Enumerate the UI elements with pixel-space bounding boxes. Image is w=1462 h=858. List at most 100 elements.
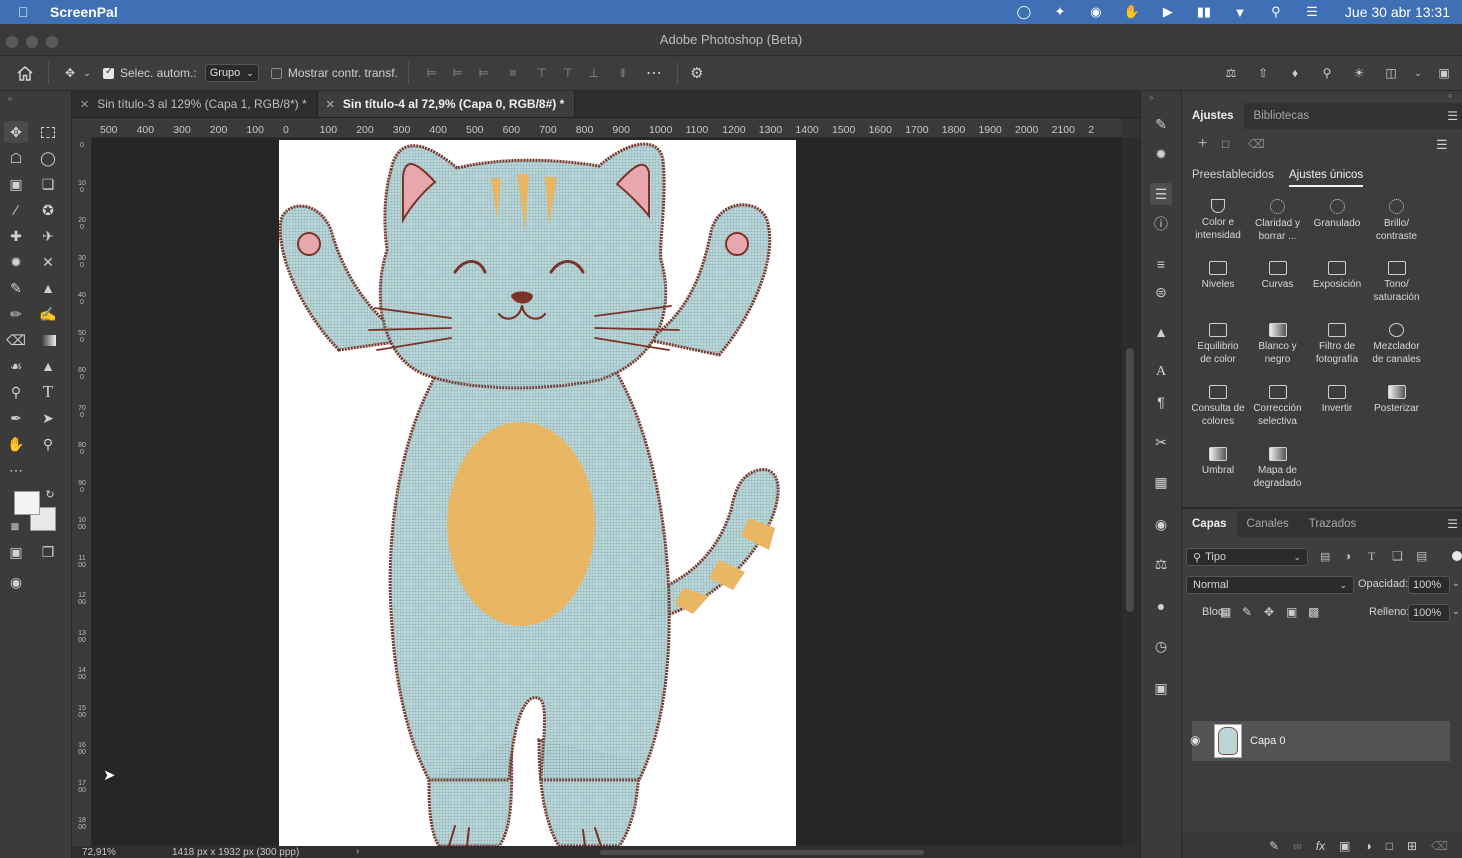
adjustment-item[interactable]: Filtro de fotografía bbox=[1307, 323, 1367, 366]
move-tool-icon[interactable]: ✥ bbox=[4, 121, 28, 143]
eraser-tool-icon[interactable]: ⌫ bbox=[4, 329, 28, 351]
adjustment-item[interactable]: Equilibrio de color bbox=[1188, 323, 1248, 366]
filter-type-icon[interactable]: T bbox=[1368, 549, 1375, 564]
expand-window-icon[interactable]: ▣ bbox=[1436, 63, 1452, 83]
history-brush-tool-icon[interactable]: ✏ bbox=[4, 303, 28, 325]
distribute-vertical-icon[interactable]: ‖ bbox=[607, 63, 639, 83]
camera-rotate-icon[interactable]: ◉ bbox=[4, 571, 28, 593]
stamp-icon[interactable]: ▲ bbox=[1150, 321, 1172, 343]
new-group-folder-icon[interactable]: □ bbox=[1386, 839, 1393, 853]
checkbox-checked-icon[interactable] bbox=[103, 66, 114, 79]
adjustment-item[interactable]: Claridad y borrar ... bbox=[1248, 199, 1308, 243]
brush-settings-icon[interactable]: ✎ bbox=[1150, 113, 1172, 135]
align-top-icon[interactable]: ⊤ bbox=[529, 63, 555, 83]
adjustment-item[interactable]: Corrección selectiva bbox=[1248, 385, 1308, 428]
vertical-scroll-thumb[interactable] bbox=[1126, 348, 1134, 612]
canvas-area[interactable]: ➤ bbox=[92, 138, 1122, 846]
tab-document-4[interactable]: ✕ Sin título-4 al 72,9% (Capa 0, RGB/8#)… bbox=[317, 91, 576, 117]
layer-thumbnail[interactable] bbox=[1214, 724, 1242, 758]
close-tab-icon[interactable]: ✕ bbox=[80, 98, 89, 111]
align-center-icon[interactable]: ⊨ bbox=[445, 63, 471, 83]
history-clock-icon[interactable]: ◷ bbox=[1150, 635, 1172, 657]
fx-icon[interactable]: fx bbox=[1316, 839, 1325, 853]
swap-colors-icon[interactable]: ↻ bbox=[42, 487, 58, 501]
notifications-bell-icon[interactable]: ♦ bbox=[1286, 63, 1304, 83]
smudge-tool-icon[interactable]: ☙ bbox=[4, 355, 28, 377]
hand-tool-icon[interactable]: ✋ bbox=[4, 433, 28, 455]
lock-image-brush-icon[interactable]: ✎ bbox=[1242, 605, 1252, 619]
opacity-input[interactable]: 100% bbox=[1408, 576, 1450, 594]
battery-icon[interactable]: ▮▮ bbox=[1195, 4, 1213, 20]
collapse-arrows-icon[interactable]: » bbox=[1149, 93, 1153, 102]
subtab-preestablecidos[interactable]: Preestablecidos bbox=[1192, 169, 1274, 181]
lock-artboard-icon[interactable]: ▣ bbox=[1286, 605, 1297, 619]
tool-presets-icon[interactable]: ✂ bbox=[1150, 431, 1172, 453]
trash-icon[interactable]: ⌫ bbox=[1248, 137, 1265, 151]
adjustment-item[interactable]: Consulta de colores bbox=[1188, 385, 1248, 428]
patch-tool-icon[interactable]: ✈ bbox=[36, 225, 60, 247]
history-list-icon[interactable]: ≡ bbox=[1150, 253, 1172, 275]
align-middle-icon[interactable]: ⊤ bbox=[555, 63, 581, 83]
screenpal-status-icon[interactable]: ✦ bbox=[1051, 4, 1069, 20]
3d-sphere-icon[interactable]: ● bbox=[1150, 595, 1172, 617]
adjustment-item[interactable]: Exposición bbox=[1307, 261, 1367, 292]
comments-icon[interactable]: ▣ bbox=[1150, 677, 1172, 699]
workspace-layout-icon[interactable]: ◫ bbox=[1382, 63, 1400, 83]
adjustment-item[interactable]: Niveles bbox=[1188, 261, 1248, 292]
list-view-icon[interactable]: ☰ bbox=[1436, 137, 1448, 153]
move-tool-preset-icon[interactable]: ✥ bbox=[59, 63, 81, 83]
horizontal-scroll-thumb[interactable] bbox=[600, 850, 924, 855]
adjustment-item[interactable]: Mapa de degradado bbox=[1248, 447, 1308, 490]
spotlight-search-icon[interactable]: ⚲ bbox=[1267, 4, 1285, 20]
minimize-window-button[interactable] bbox=[26, 36, 38, 48]
lock-transparent-icon[interactable]: ▦ bbox=[1220, 605, 1231, 619]
filter-shape-icon[interactable]: ❑ bbox=[1392, 549, 1403, 563]
filter-adjustment-icon[interactable]: ◑ bbox=[1344, 549, 1351, 563]
new-layer-icon[interactable]: ⊞ bbox=[1407, 839, 1417, 853]
swatches-grid-icon[interactable]: ▦ bbox=[1150, 471, 1172, 493]
sharpen-tool-icon[interactable]: ▲ bbox=[36, 355, 60, 377]
zoom-tool-icon[interactable]: ⚲ bbox=[36, 433, 60, 455]
adjustment-item[interactable]: Color e intensidad bbox=[1188, 199, 1248, 242]
adjustment-item[interactable]: Mezclador de canales bbox=[1367, 323, 1427, 366]
lock-all-icon[interactable]: ▩ bbox=[1308, 605, 1319, 619]
panel-menu-icon[interactable]: ☰ bbox=[1447, 517, 1458, 531]
tab-bibliotecas[interactable]: Bibliotecas bbox=[1244, 103, 1320, 129]
close-tab-icon[interactable]: ✕ bbox=[326, 98, 335, 111]
zoom-level[interactable]: 72,91% bbox=[82, 847, 116, 858]
horizontal-ruler[interactable]: 500 400 300 200 100 0 100 200 300 400 500 600 700 800… bbox=[92, 118, 1122, 138]
auto-select-checkbox[interactable]: Selec. autom.: bbox=[103, 63, 197, 83]
gear-icon[interactable]: ⚙ bbox=[686, 63, 708, 83]
home-icon[interactable] bbox=[12, 63, 38, 83]
clone-source-icon[interactable]: ✹ bbox=[1150, 143, 1172, 165]
quick-mask-icon[interactable]: ▣ bbox=[4, 541, 28, 563]
app-name[interactable]: ScreenPal bbox=[50, 4, 118, 20]
add-preset-icon[interactable]: + bbox=[1198, 135, 1207, 153]
more-options-icon[interactable]: ⋯ bbox=[639, 63, 669, 83]
properties-sliders-icon[interactable]: ⊜ bbox=[1150, 281, 1172, 303]
adjustment-item[interactable]: Brillo/ contraste bbox=[1367, 199, 1427, 243]
path-selection-tool-icon[interactable]: ➤ bbox=[36, 407, 60, 429]
align-left-icon[interactable]: ⊨ bbox=[419, 63, 445, 83]
adjustment-layer-icon[interactable]: ◑ bbox=[1364, 839, 1371, 853]
discover-bulb-icon[interactable]: ☀ bbox=[1350, 63, 1368, 83]
tab-capas[interactable]: Capas bbox=[1182, 511, 1237, 537]
delete-layer-trash-icon[interactable]: ⌫ bbox=[1431, 839, 1448, 853]
layer-filter-select[interactable]: ⚲ Tipo ⌄ bbox=[1186, 548, 1308, 566]
screen-mode-icon[interactable]: ❐ bbox=[36, 541, 60, 563]
tab-document-3[interactable]: ✕ Sin título-3 al 129% (Capa 1, RGB/8*) … bbox=[72, 91, 318, 117]
panel-menu-icon[interactable]: ☰ bbox=[1447, 109, 1458, 123]
paragraph-icon[interactable]: ¶ bbox=[1150, 391, 1172, 413]
filter-image-icon[interactable]: ▤ bbox=[1320, 550, 1330, 563]
brush-tool-icon[interactable]: ✎ bbox=[4, 277, 28, 299]
dodge-tool-icon[interactable]: ⚲ bbox=[4, 381, 28, 403]
status-menu-arrow[interactable]: › bbox=[356, 846, 359, 857]
character-icon[interactable]: A bbox=[1150, 361, 1172, 383]
foreground-color-swatch-top[interactable] bbox=[14, 491, 40, 515]
tab-ajustes[interactable]: Ajustes bbox=[1182, 103, 1244, 129]
control-center-icon[interactable]: ☰ bbox=[1303, 4, 1321, 20]
adjustment-item[interactable]: Blanco y negro bbox=[1248, 323, 1308, 366]
filter-smart-object-icon[interactable]: ▤ bbox=[1416, 549, 1427, 563]
spot-healing-tool-icon[interactable]: ✪ bbox=[36, 199, 60, 221]
chevron-down-icon[interactable]: ⌄ bbox=[1452, 578, 1460, 589]
